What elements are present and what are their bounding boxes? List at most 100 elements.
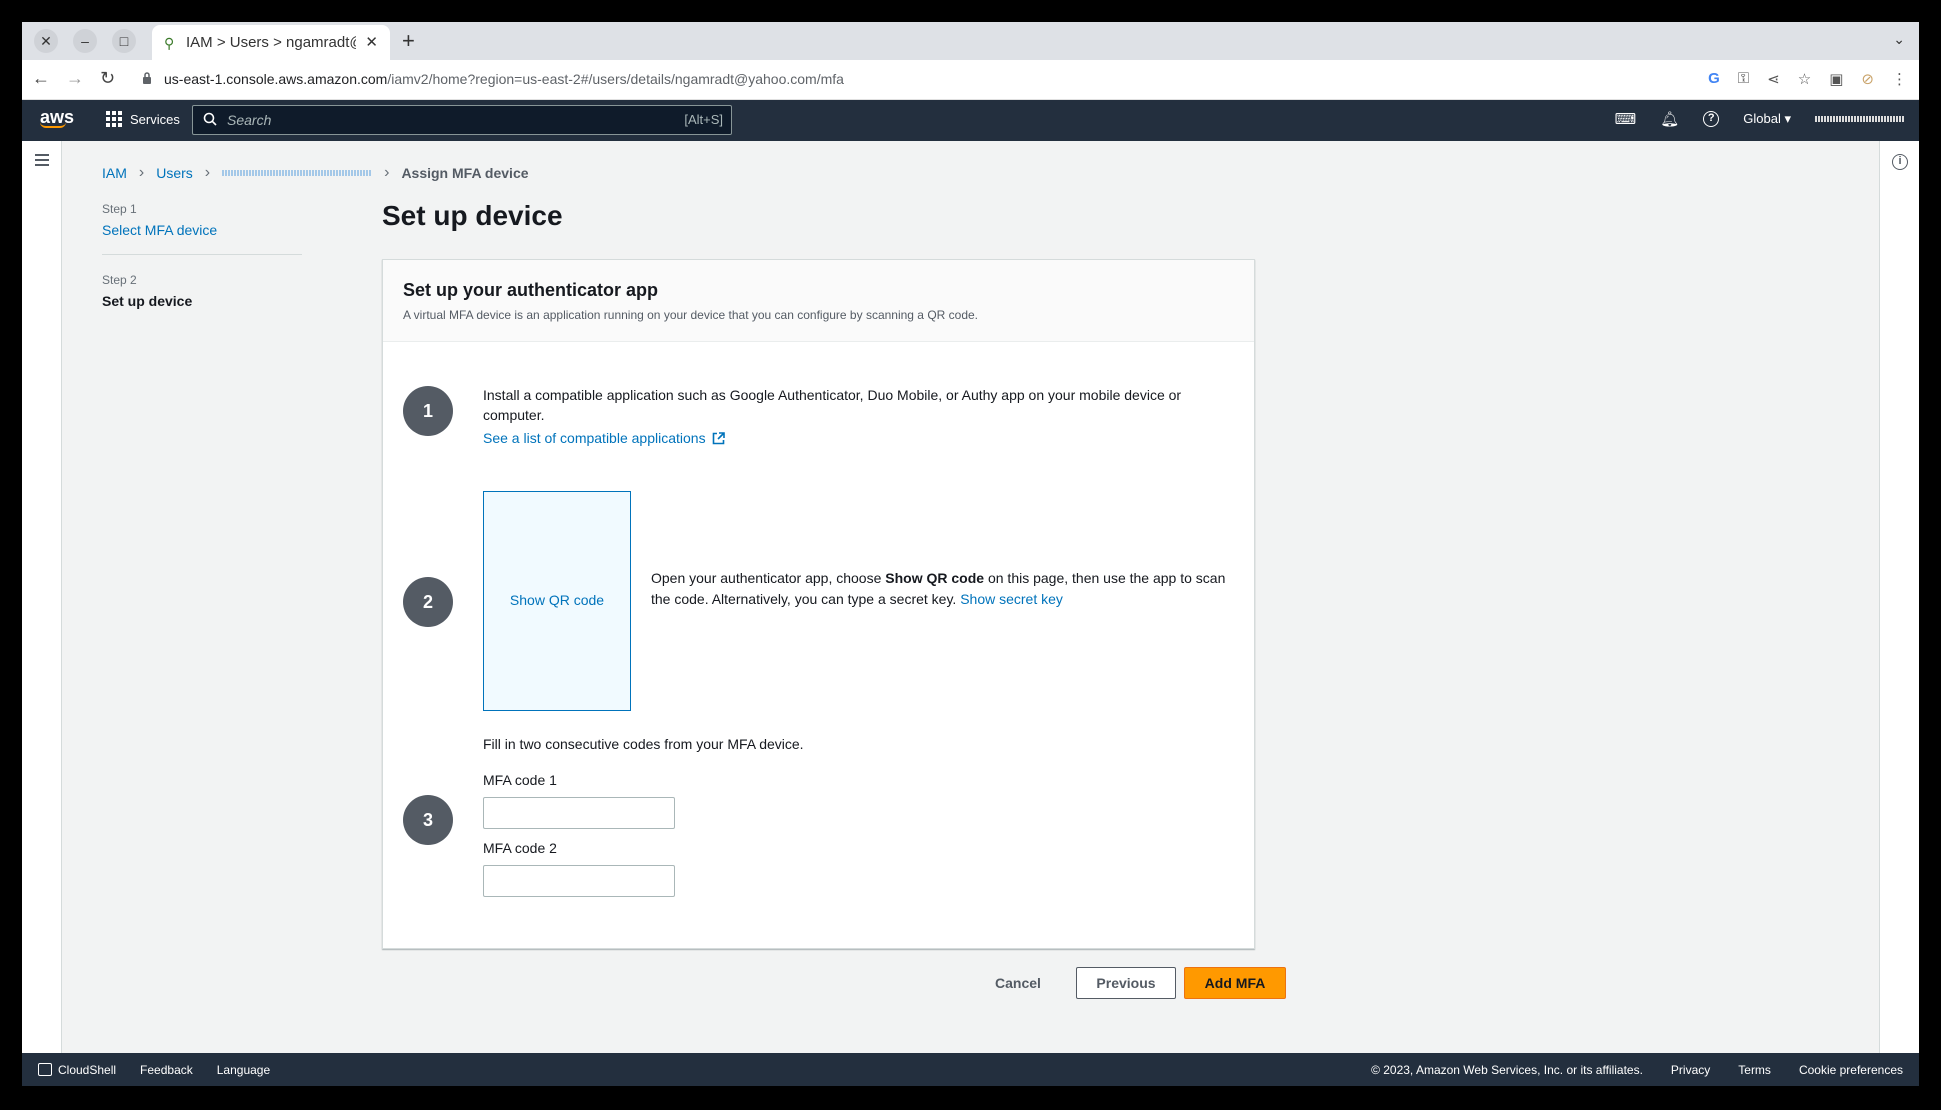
steps-divider: [102, 254, 302, 255]
tab-title: IAM > Users > ngamradt@: [186, 34, 356, 51]
step2-text-bold: Show QR code: [885, 570, 985, 586]
page-title: Set up device: [382, 200, 563, 231]
grid-icon: [106, 111, 122, 127]
key-icon[interactable]: ⚿: [1738, 70, 1749, 88]
step2-text: Open your authenticator app, choose Show…: [651, 568, 1241, 610]
url-field[interactable]: us-east-1.console.aws.amazon.com/iamv2/h…: [164, 71, 844, 87]
favicon-icon: ⚲: [164, 35, 175, 51]
url-host: us-east-1.console.aws.amazon.com: [164, 71, 388, 87]
lock-icon[interactable]: [142, 71, 152, 85]
bookmark-star-icon[interactable]: ☆: [1798, 70, 1811, 88]
back-icon[interactable]: ←: [32, 68, 50, 89]
terms-link[interactable]: Terms: [1738, 1063, 1771, 1077]
previous-button[interactable]: Previous: [1076, 967, 1176, 999]
services-menu[interactable]: Services: [106, 111, 180, 127]
add-mfa-button[interactable]: Add MFA: [1184, 967, 1286, 999]
show-qr-code-button[interactable]: Show QR code: [483, 491, 631, 711]
right-rail: i: [1879, 141, 1919, 1053]
cancel-button[interactable]: Cancel: [982, 967, 1054, 999]
setup-panel: Set up your authenticator app A virtual …: [382, 259, 1255, 949]
tab-bar: ✕ – □ ⚲ IAM > Users > ngamradt@ ✕ + ⌄: [22, 22, 1919, 60]
tab-list-chevron-icon[interactable]: ⌄: [1893, 31, 1905, 48]
step1-number: 1: [403, 386, 453, 436]
footer-right: © 2023, Amazon Web Services, Inc. or its…: [1371, 1063, 1903, 1077]
help-icon[interactable]: ?: [1703, 111, 1720, 127]
forward-icon[interactable]: →: [66, 68, 84, 89]
feedback-link[interactable]: Feedback: [140, 1063, 193, 1077]
search-placeholder: Search: [227, 112, 272, 128]
copyright-text: © 2023, Amazon Web Services, Inc. or its…: [1371, 1063, 1643, 1077]
breadcrumb: IAM › Users › › Assign MFA device: [102, 164, 529, 182]
step2-text-a: Open your authenticator app, choose: [651, 570, 886, 586]
external-link-icon: [712, 431, 725, 444]
reload-icon[interactable]: ↻: [100, 68, 115, 89]
breadcrumb-users[interactable]: Users: [156, 165, 193, 181]
breadcrumb-current: Assign MFA device: [401, 165, 529, 181]
new-tab-icon[interactable]: +: [402, 28, 415, 54]
account-menu[interactable]: [1815, 116, 1905, 122]
step2-title: Set up device: [102, 293, 193, 309]
chevron-right-icon: ›: [138, 164, 145, 181]
window-minimize-icon[interactable]: –: [73, 29, 97, 53]
cloudshell-icon: [38, 1063, 52, 1076]
show-secret-key-link[interactable]: Show secret key: [960, 591, 1063, 607]
compatible-apps-link[interactable]: See a list of compatible applications: [483, 430, 725, 446]
aws-logo-text: aws: [40, 107, 75, 127]
share-icon[interactable]: ⋖: [1767, 70, 1780, 88]
step1-link[interactable]: Select MFA device: [102, 222, 302, 238]
step1-label: Step 1: [102, 202, 137, 216]
browser-window: ✕ – □ ⚲ IAM > Users > ngamradt@ ✕ + ⌄ ← …: [22, 22, 1919, 1086]
chevron-right-icon: ›: [384, 164, 390, 181]
wizard-actions: Cancel Previous Add MFA: [982, 967, 1286, 999]
cloudshell-button[interactable]: CloudShell: [38, 1063, 116, 1077]
url-path: /iamv2/home?region=us-east-2#/users/deta…: [387, 71, 844, 87]
step2-label: Step 2: [102, 273, 137, 287]
tab-close-icon[interactable]: ✕: [365, 33, 378, 51]
panel-title: Set up your authenticator app: [403, 280, 659, 300]
privacy-link[interactable]: Privacy: [1671, 1063, 1710, 1077]
region-label: Global: [1743, 111, 1781, 126]
footer-left: CloudShell Feedback Language: [38, 1063, 270, 1077]
aws-logo[interactable]: aws: [40, 107, 74, 128]
cookie-preferences-link[interactable]: Cookie preferences: [1799, 1063, 1903, 1077]
region-selector[interactable]: Global ▾: [1743, 111, 1791, 127]
step3-number: 3: [403, 795, 453, 845]
google-icon[interactable]: G: [1708, 70, 1720, 88]
menu-kebab-icon[interactable]: ⋮: [1892, 70, 1907, 88]
step2-number: 2: [403, 577, 453, 627]
info-icon[interactable]: i: [1892, 154, 1908, 170]
mfa-code-2-input[interactable]: [483, 865, 675, 897]
language-link[interactable]: Language: [217, 1063, 270, 1077]
window-close-icon[interactable]: ✕: [34, 29, 58, 53]
nav-icons: ⌨ 🔔︎ ? Global ▾: [1615, 110, 1905, 128]
address-bar: ← → ↻ us-east-1.console.aws.amazon.com/i…: [22, 60, 1919, 100]
step1-text: Install a compatible application such as…: [483, 387, 1182, 423]
window-maximize-icon[interactable]: □: [112, 29, 136, 53]
cloudshell-icon[interactable]: ⌨: [1615, 110, 1637, 128]
mfa-code-1-input[interactable]: [483, 797, 675, 829]
browser-tab[interactable]: ⚲ IAM > Users > ngamradt@ ✕: [152, 25, 390, 60]
side-panel-icon[interactable]: ▣: [1829, 70, 1843, 88]
compatible-apps-link-label: See a list of compatible applications: [483, 430, 706, 446]
mfa-code-2-label: MFA code 2: [483, 840, 557, 856]
chevron-right-icon: ›: [204, 164, 211, 181]
services-label: Services: [130, 111, 180, 127]
aws-top-nav: aws Services Search [Alt+S] ⌨ 🔔︎ ? Globa…: [22, 100, 1919, 141]
notifications-bell-icon[interactable]: 🔔︎: [1660, 110, 1679, 128]
search-input[interactable]: Search [Alt+S]: [192, 105, 732, 135]
left-rail: [22, 141, 62, 1053]
search-icon: [203, 112, 217, 126]
console-footer: CloudShell Feedback Language © 2023, Ama…: [22, 1053, 1919, 1086]
breadcrumb-user-redacted[interactable]: [222, 170, 373, 176]
panel-header: Set up your authenticator app A virtual …: [383, 260, 1254, 342]
step3-text: Fill in two consecutive codes from your …: [483, 736, 804, 752]
cloudshell-label: CloudShell: [58, 1063, 117, 1077]
mfa-code-1-label: MFA code 1: [483, 772, 557, 788]
show-qr-code-label: Show QR code: [509, 592, 605, 608]
search-shortcut: [Alt+S]: [684, 112, 723, 127]
hamburger-menu-icon[interactable]: [35, 154, 49, 169]
extension-icon[interactable]: ⊘: [1861, 70, 1874, 88]
panel-subtitle: A virtual MFA device is an application r…: [403, 308, 979, 322]
address-bar-icons: G ⚿ ⋖ ☆ ▣ ⊘ ⋮: [1708, 70, 1907, 88]
breadcrumb-iam[interactable]: IAM: [102, 165, 127, 181]
